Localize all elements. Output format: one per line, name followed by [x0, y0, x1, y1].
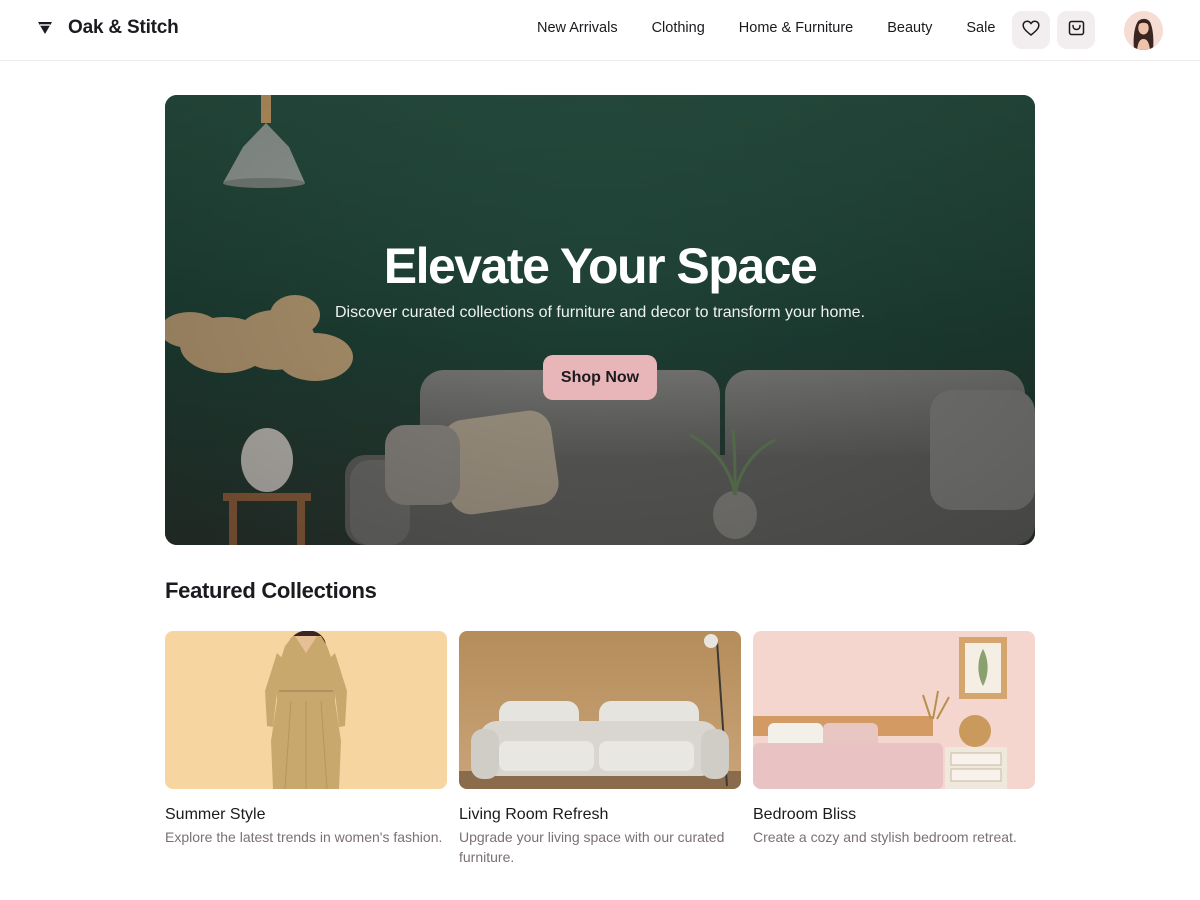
collection-title: Bedroom Bliss — [753, 806, 857, 823]
hero-title: Elevate Your Space — [383, 238, 818, 294]
brand[interactable]: Oak & Stitch — [36, 17, 179, 39]
nav-item-clothing[interactable]: Clothing — [652, 20, 705, 36]
shop-now-button[interactable]: Shop Now — [543, 355, 657, 400]
collection-description: Create a cozy and stylish bedroom retrea… — [753, 829, 1017, 845]
nav-item-new-arrivals[interactable]: New Arrivals — [537, 20, 618, 36]
main-nav: New Arrivals Clothing Home & Furniture B… — [537, 20, 1029, 36]
site-header: Oak & Stitch New Arrivals Clothing Home … — [0, 0, 1200, 61]
living-room-refresh-image — [459, 631, 741, 789]
heart-icon — [1022, 19, 1040, 41]
bedroom-bliss-image — [753, 631, 1035, 789]
collection-card-bedroom-bliss[interactable]: Bedroom Bliss Create a cozy and stylish … — [753, 631, 1035, 847]
brand-name: Oak & Stitch — [68, 17, 179, 38]
collection-title: Living Room Refresh — [459, 806, 609, 823]
favorites-button[interactable] — [1012, 11, 1050, 49]
shopping-bag-icon — [1068, 20, 1085, 41]
collection-description: Upgrade your living space with our curat… — [459, 829, 725, 865]
collection-title: Summer Style — [165, 806, 266, 823]
user-avatar[interactable] — [1124, 11, 1163, 50]
collection-description: Explore the latest trends in women's fas… — [165, 829, 443, 845]
hero-banner: Elevate Your Space Discover curated coll… — [165, 95, 1035, 545]
collection-card-living-room-refresh[interactable]: Living Room Refresh Upgrade your living … — [459, 631, 741, 867]
section-title: Featured Collections — [165, 578, 377, 603]
cart-button[interactable] — [1057, 11, 1095, 49]
nav-item-beauty[interactable]: Beauty — [887, 20, 932, 36]
collection-card-summer-style[interactable]: Summer Style Explore the latest trends i… — [165, 631, 447, 847]
nav-item-home-furniture[interactable]: Home & Furniture — [739, 20, 853, 36]
hero-subtitle: Discover curated collections of furnitur… — [334, 304, 866, 321]
nav-item-sale[interactable]: Sale — [966, 20, 995, 36]
summer-style-image — [165, 631, 447, 789]
diamond-logo-icon — [36, 19, 54, 37]
